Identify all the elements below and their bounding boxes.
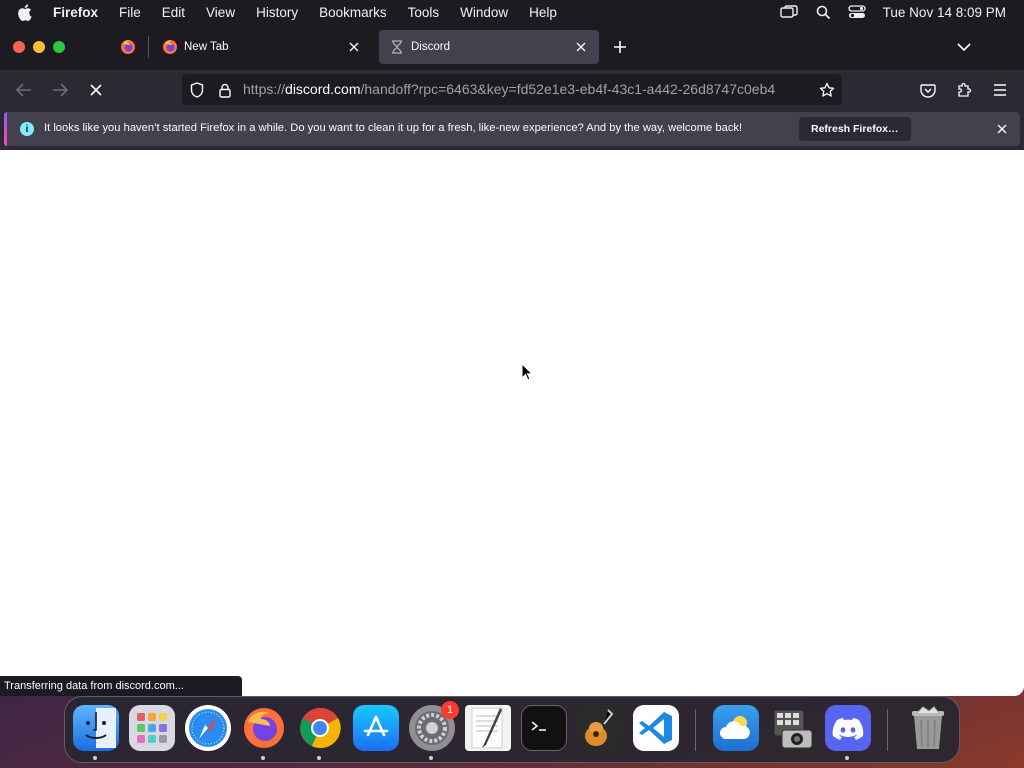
pocket-icon[interactable] <box>918 80 938 100</box>
tab-separator <box>148 36 149 58</box>
close-tab-icon[interactable] <box>346 39 362 55</box>
url-path: /handoff?rpc=6463&key=fd52e1e3-eb4f-43c1… <box>360 81 776 97</box>
hamburger-menu-icon[interactable] <box>990 80 1010 100</box>
close-notification-icon[interactable] <box>994 121 1010 137</box>
running-indicator <box>317 756 321 760</box>
firefox-window: New Tab Discord https://discord.com/hand… <box>0 24 1024 696</box>
dock-launchpad-icon[interactable] <box>129 705 175 751</box>
stop-loading-icon[interactable] <box>86 80 106 100</box>
dock-weather-icon[interactable] <box>713 705 759 751</box>
menu-bookmarks[interactable]: Bookmarks <box>319 5 387 20</box>
notification-badge: 1 <box>441 701 459 719</box>
extensions-puzzle-icon[interactable] <box>954 80 974 100</box>
menu-app-firefox[interactable]: Firefox <box>53 5 98 20</box>
dock-finder-icon[interactable] <box>73 705 119 760</box>
dock-garageband-icon[interactable] <box>577 705 623 751</box>
bookmark-star-icon[interactable] <box>818 81 836 99</box>
tab-new-tab[interactable]: New Tab <box>152 30 372 64</box>
firefox-icon <box>162 39 178 55</box>
macos-menubar: Firefox File Edit View History Bookmarks… <box>0 0 1024 24</box>
dock-system-settings-icon[interactable]: 1 <box>409 701 459 760</box>
url-scheme: https:// <box>243 81 286 97</box>
menubar-clock[interactable]: Tue Nov 14 8:09 PM <box>883 5 1006 20</box>
dock-safari-icon[interactable] <box>185 705 231 751</box>
info-icon: i <box>20 122 34 136</box>
back-arrow-icon[interactable] <box>14 80 34 100</box>
dock-chrome-icon[interactable] <box>297 705 343 760</box>
dock-discord-icon[interactable] <box>825 705 871 760</box>
dock-terminal-icon[interactable] <box>521 705 567 751</box>
firefox-icon <box>121 40 135 54</box>
tab-strip: New Tab Discord <box>0 24 1024 70</box>
hourglass-loading-icon <box>389 39 405 55</box>
running-indicator <box>93 756 97 760</box>
new-tab-plus-icon[interactable] <box>610 37 630 57</box>
menu-help[interactable]: Help <box>529 5 557 20</box>
spotlight-search-icon[interactable] <box>813 4 833 20</box>
page-content[interactable]: Transferring data from discord.com... <box>0 150 1024 696</box>
menu-file[interactable]: File <box>119 5 141 20</box>
screen-mirroring-icon[interactable] <box>779 4 799 20</box>
navigation-toolbar: https://discord.com/handoff?rpc=6463&key… <box>0 70 1024 110</box>
notification-message: It looks like you haven’t started Firefo… <box>44 122 743 134</box>
status-panel: Transferring data from discord.com... <box>0 676 242 696</box>
notification-box: i It looks like you haven’t started Fire… <box>4 112 1020 146</box>
dock-app-store-icon[interactable] <box>353 705 399 751</box>
window-minimize-button[interactable] <box>33 41 45 53</box>
menu-view[interactable]: View <box>206 5 235 20</box>
tab-discord[interactable]: Discord <box>379 30 599 64</box>
apple-menu-icon[interactable] <box>17 3 35 21</box>
menu-tools[interactable]: Tools <box>408 5 440 20</box>
menu-edit[interactable]: Edit <box>162 5 185 20</box>
running-indicator <box>845 756 849 760</box>
dock-divider <box>695 709 696 751</box>
forward-arrow-icon[interactable] <box>50 80 70 100</box>
list-all-tabs-chevron-icon[interactable] <box>954 37 974 57</box>
running-indicator <box>429 756 433 760</box>
dock-vscode-icon[interactable] <box>633 705 679 751</box>
dock-divider <box>887 709 888 751</box>
url-text[interactable]: https://discord.com/handoff?rpc=6463&key… <box>243 81 808 97</box>
dock-image-capture-icon[interactable] <box>769 705 815 751</box>
notification-accent <box>4 112 7 146</box>
dock-textedit-icon[interactable] <box>465 705 511 751</box>
dock-firefox-icon[interactable] <box>241 705 287 760</box>
window-controls <box>13 41 65 53</box>
window-close-button[interactable] <box>13 41 25 53</box>
url-bar[interactable]: https://discord.com/handoff?rpc=6463&key… <box>182 74 842 105</box>
tab-title: New Tab <box>184 41 229 53</box>
running-indicator <box>261 756 265 760</box>
window-maximize-button[interactable] <box>53 41 65 53</box>
lock-icon[interactable] <box>216 81 234 99</box>
refresh-firefox-button[interactable]: Refresh Firefox… <box>799 117 911 141</box>
mouse-cursor-icon <box>521 363 533 381</box>
close-tab-icon[interactable] <box>573 39 589 55</box>
control-center-icon[interactable] <box>847 4 867 20</box>
dock-trash-icon[interactable] <box>905 705 951 751</box>
macos-dock: 1 <box>64 696 960 763</box>
pinned-firefox-tab[interactable] <box>110 32 146 62</box>
tab-title: Discord <box>411 41 450 53</box>
notification-bar: i It looks like you haven’t started Fire… <box>0 110 1024 150</box>
url-host: discord.com <box>285 81 361 97</box>
tracking-protection-shield-icon[interactable] <box>188 81 206 99</box>
menu-window[interactable]: Window <box>460 5 508 20</box>
menu-history[interactable]: History <box>256 5 298 20</box>
